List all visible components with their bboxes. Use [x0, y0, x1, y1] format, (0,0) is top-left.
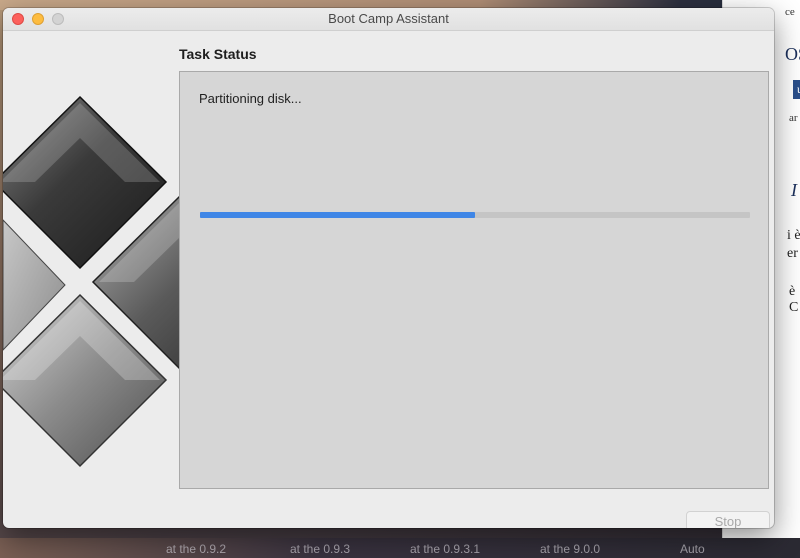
boot-camp-window: Boot Camp Assistant Task Status Partitio… [3, 8, 774, 528]
background-text-fragment: i è [787, 228, 800, 243]
background-text-fragment: at the 0.9.3 [290, 542, 351, 556]
progress-bar [200, 212, 750, 218]
background-text-fragment: at the 0.9.3.1 [410, 542, 481, 556]
task-status-heading: Task Status [179, 46, 257, 62]
background-text-fragment: ar [789, 112, 798, 124]
background-text-fragment: I [791, 180, 797, 200]
background-app-strip: at the 0.9.2 at the 0.9.3 at the 0.9.3.1… [0, 538, 800, 558]
background-text-fragment: ce [785, 6, 795, 18]
background-text-fragment: at the 0.9.2 [166, 542, 227, 556]
background-text-fragment: er [787, 246, 798, 261]
window-title: Boot Camp Assistant [328, 11, 449, 26]
background-text-fragment: è [789, 284, 796, 299]
background-text-fragment: OS [785, 44, 800, 64]
stop-button[interactable]: Stop [686, 511, 770, 528]
progress-bar-fill [200, 212, 475, 218]
task-status-panel: Partitioning disk... [179, 71, 769, 489]
background-text-fragment: Auto [680, 542, 705, 556]
background-text-fragment: at the 9.0.0 [540, 542, 601, 556]
status-message: Partitioning disk... [199, 91, 302, 106]
background-text-fragment: C [789, 300, 799, 315]
background-text-fragment: u [793, 80, 800, 99]
title-bar[interactable]: Boot Camp Assistant [3, 8, 774, 31]
